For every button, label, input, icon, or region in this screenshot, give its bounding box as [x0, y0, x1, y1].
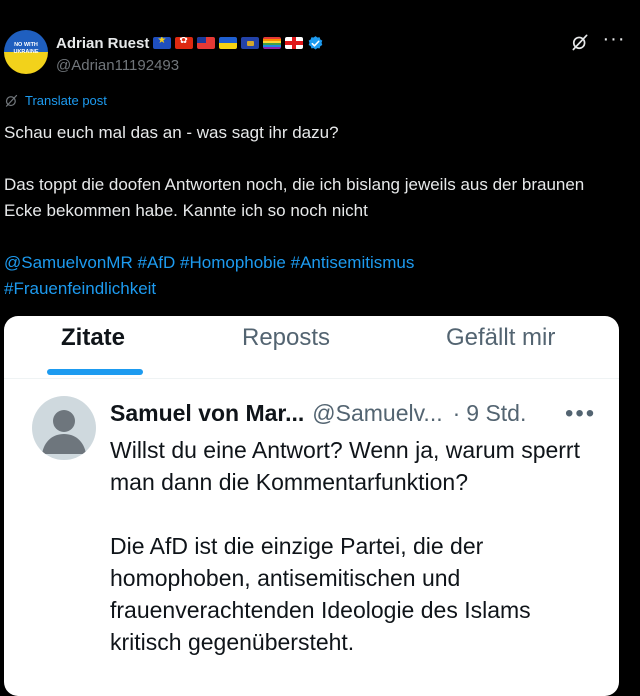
active-tab-indicator	[47, 369, 143, 375]
translate-icon	[5, 94, 18, 107]
embedded-tabs: Zitate Reposts Gefällt mir	[4, 316, 619, 379]
more-options-icon[interactable]: ···	[600, 28, 628, 54]
reply-paragraph-1: Willst du eine Antwort? Wenn ja, warum s…	[110, 437, 580, 495]
hashtag-link[interactable]: #Homophobie	[180, 253, 286, 272]
reply-author-name: Samuel von Mar...	[110, 399, 305, 426]
eu-flag-icon	[153, 37, 172, 49]
reply-more-icon: •••	[565, 400, 597, 427]
post-tags: @SamuelvonMR #AfD #Homophobie #Antisemit…	[4, 250, 624, 302]
tab-gefaellt-mir: Gefällt mir	[446, 324, 556, 351]
translate-post-link[interactable]: Translate post	[4, 93, 107, 108]
reply-text: Willst du eine Antwort? Wenn ja, warum s…	[110, 434, 600, 658]
author-handle[interactable]: @Adrian11192493	[56, 57, 179, 74]
mention-link[interactable]: @SamuelvonMR	[4, 253, 133, 272]
reply-author-handle: @Samuelv...	[312, 399, 443, 426]
separator-dot: ·	[452, 399, 461, 426]
reply-paragraph-2: Die AfD ist die einzige Partei, die der …	[110, 533, 531, 655]
grok-icon[interactable]	[570, 32, 590, 52]
tab-reposts: Reposts	[242, 324, 331, 351]
hashtag-link[interactable]: #Antisemitismus	[291, 253, 415, 272]
translate-label: Translate post	[25, 93, 107, 108]
taiwan-flag-icon	[197, 37, 216, 49]
hashtag-link[interactable]: #AfD	[137, 253, 175, 272]
author-name[interactable]: Adrian Ruest	[56, 35, 149, 52]
post-header: NO WITH UKRAINE Adrian Ruest @Adrian1119…	[0, 0, 640, 90]
attached-image[interactable]: Zitate Reposts Gefällt mir Samuel von Ma…	[4, 316, 619, 696]
post-line-1: Schau euch mal das an - was sagt ihr daz…	[4, 123, 339, 142]
ukraine-flag-icon	[219, 37, 238, 49]
author-name-row: Adrian Ruest	[56, 33, 324, 53]
georgia-flag-icon	[285, 37, 304, 49]
avatar[interactable]: NO WITH UKRAINE	[4, 30, 48, 74]
hashtag-link[interactable]: #Frauenfeindlichkeit	[4, 279, 156, 298]
tab-zitate: Zitate	[61, 324, 126, 351]
post-text: Schau euch mal das an - was sagt ihr daz…	[4, 120, 624, 302]
reply-header: Samuel von Mar... @Samuelv... · 9 Std.	[110, 398, 526, 428]
default-avatar-icon	[32, 396, 96, 460]
post-line-2: Das toppt die doofen Antworten noch, die…	[4, 175, 585, 220]
avatar-text: NO WITH UKRAINE	[13, 42, 39, 55]
kosovo-flag-icon	[241, 37, 260, 49]
verified-badge-icon[interactable]	[307, 35, 324, 52]
reply-timestamp: 9 Std.	[466, 399, 527, 426]
rainbow-flag-icon	[263, 37, 282, 49]
hong-kong-flag-icon	[175, 37, 194, 49]
